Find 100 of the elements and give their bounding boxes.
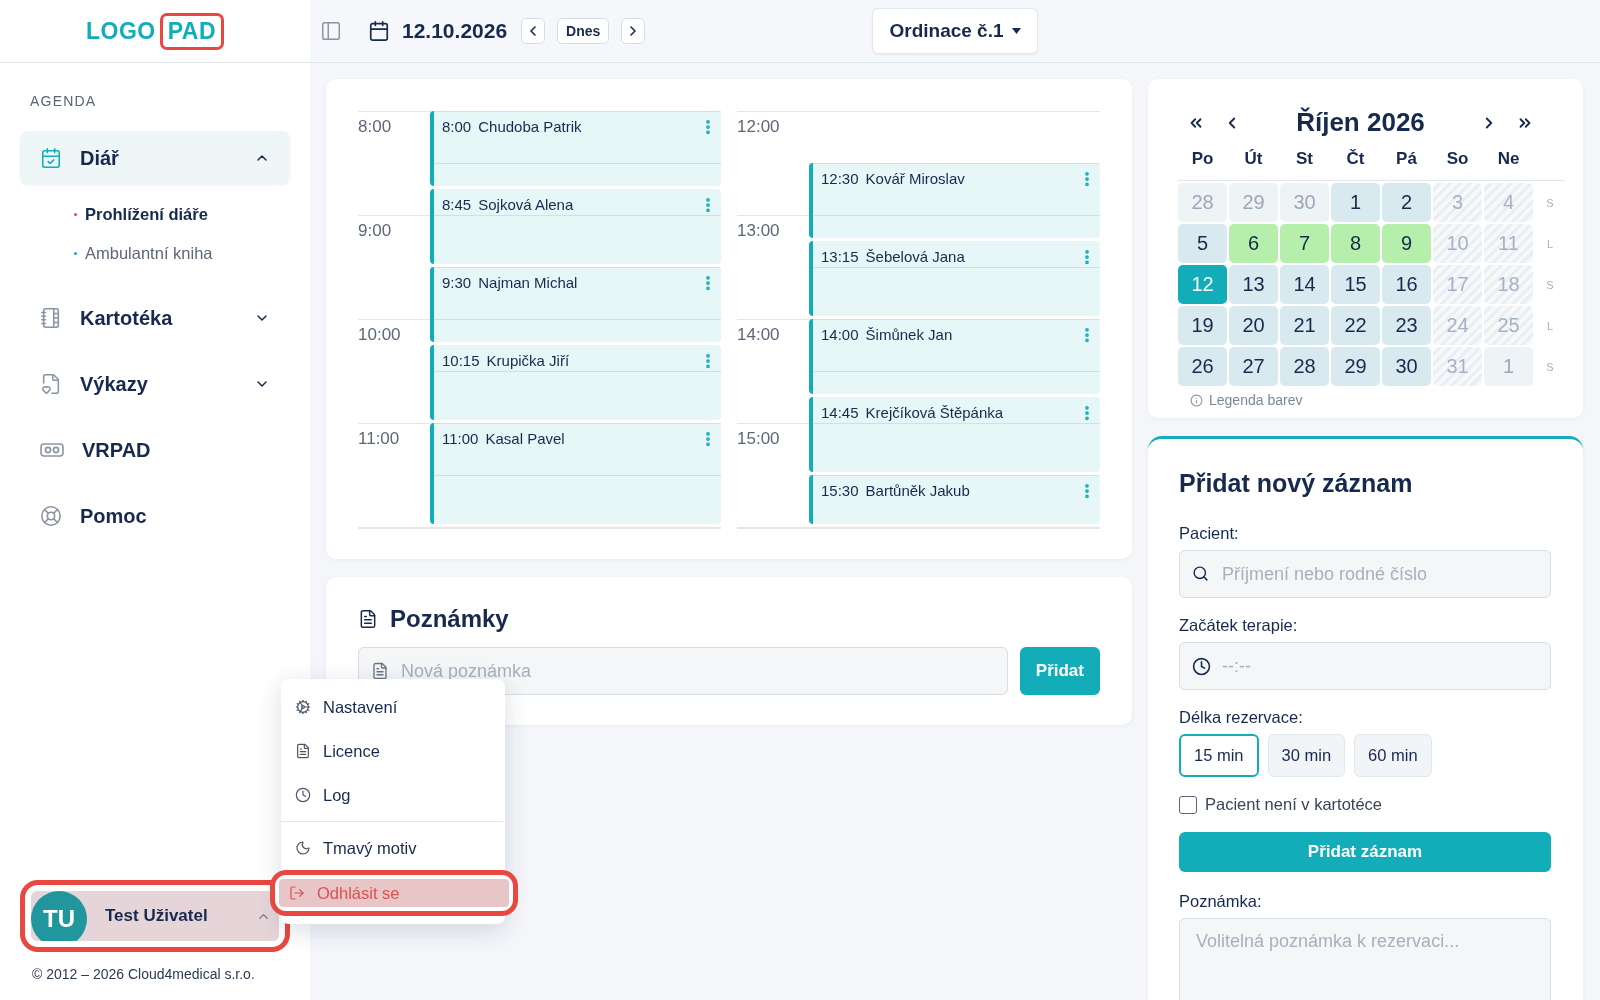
calendar-day[interactable]: 7: [1280, 224, 1329, 263]
week-parity: S: [1545, 196, 1555, 209]
duration-option[interactable]: 30 min: [1267, 734, 1346, 777]
appointment[interactable]: 12:30 Kovář Miroslav: [809, 163, 1100, 238]
appointment[interactable]: 9:30 Najman Michal: [430, 267, 721, 342]
patient-name: Najman Michal: [478, 274, 579, 291]
appointment-time: 10:15: [442, 352, 480, 369]
appointment[interactable]: 13:15 Šebelová Jana: [809, 241, 1100, 316]
nav-item[interactable]: Výkazy: [20, 357, 290, 411]
weekday-label: Pá: [1395, 148, 1418, 170]
appointment[interactable]: 15:30 Bartůněk Jakub: [809, 475, 1100, 524]
duration-option[interactable]: 60 min: [1354, 734, 1432, 777]
menu-item[interactable]: Tmavý motiv: [281, 826, 505, 870]
calendar-day[interactable]: 5: [1178, 224, 1227, 263]
calendar-day[interactable]: 14: [1280, 265, 1329, 304]
location-dropdown[interactable]: Ordinace č.1: [872, 8, 1038, 54]
section-title: AGENDA: [29, 93, 97, 109]
notes-title: Poznámky: [390, 605, 509, 633]
appointment-time: 8:00: [442, 118, 472, 135]
nav-subitem[interactable]: Prohlížení diáře: [20, 195, 290, 234]
patient-name: Šebelová Jana: [865, 248, 966, 265]
copyright: © 2012 – 2026 Cloud4medical s.r.o.: [31, 966, 256, 982]
field-label: Pacient:: [1179, 524, 1240, 543]
appointment-time: 9:30: [442, 274, 472, 291]
calendar-day[interactable]: 9: [1382, 224, 1431, 263]
logo-badge: PAD: [159, 12, 225, 50]
month-title: Říjen 2026: [1295, 107, 1426, 138]
note-input[interactable]: Nová poznámka: [358, 647, 1008, 695]
nav-item[interactable]: Diář: [20, 131, 290, 185]
calendar-day[interactable]: 21: [1280, 306, 1329, 345]
week-parity: S: [1545, 278, 1555, 291]
menu-item[interactable]: Log: [281, 773, 505, 817]
appointment-time: 14:45: [821, 404, 859, 421]
hour-label: 13:00: [737, 221, 780, 240]
appointment[interactable]: 10:15 Krupička Jiří: [430, 345, 721, 420]
calendar-day[interactable]: 20: [1229, 306, 1278, 345]
time-field[interactable]: --:--: [1179, 642, 1551, 690]
today-button[interactable]: Dnes: [557, 18, 610, 44]
appointment-time: 11:00: [442, 430, 479, 447]
nav-item[interactable]: Pomoc: [20, 489, 290, 543]
user-button[interactable]: TU Test Uživatel: [31, 891, 279, 941]
calendar-day[interactable]: 16: [1382, 265, 1431, 304]
patient-name: Šimůnek Jan: [865, 326, 954, 343]
calendar-day[interactable]: 27: [1229, 347, 1278, 386]
calendar-day[interactable]: 15: [1331, 265, 1380, 304]
weekday-label: So: [1445, 148, 1470, 170]
nav-subitem[interactable]: Ambulantní kniha: [20, 234, 290, 273]
patient-name: Krupička Jiří: [486, 352, 571, 369]
patient-name: Kasal Pavel: [485, 430, 566, 447]
calendar-day[interactable]: 1: [1331, 183, 1380, 222]
appointment[interactable]: 8:45 Sojková Alena: [430, 189, 721, 264]
hour-label: 8:00: [358, 117, 392, 136]
week-parity: S: [1545, 360, 1555, 373]
appointment[interactable]: 14:45 Krejčíková Štěpánka: [809, 397, 1100, 472]
appointment[interactable]: 14:00 Šimůnek Jan: [809, 319, 1100, 394]
calendar-day[interactable]: 26: [1178, 347, 1227, 386]
checkbox-label: Pacient není v kartotéce: [1205, 795, 1383, 814]
legend-link[interactable]: Legenda barev: [1209, 392, 1303, 408]
calendar-day[interactable]: 30: [1382, 347, 1431, 386]
appointment[interactable]: 8:00 Chudoba Patrik: [430, 111, 721, 186]
note-textarea[interactable]: Volitelná poznámka k rezervaci...: [1179, 918, 1551, 1000]
patient-name: Sojková Alena: [478, 196, 575, 213]
calendar-day[interactable]: 8: [1331, 224, 1380, 263]
week-parity: L: [1545, 237, 1555, 250]
appointment-time: 8:45: [442, 196, 472, 213]
calendar-day[interactable]: 2: [1382, 183, 1431, 222]
menu-item[interactable]: Licence: [281, 729, 505, 773]
duration-option[interactable]: 15 min: [1179, 734, 1259, 777]
calendar-day[interactable]: 6: [1229, 224, 1278, 263]
patient-name: Bartůněk Jakub: [865, 482, 971, 499]
hour-label: 14:00: [737, 325, 780, 344]
calendar-day[interactable]: 29: [1331, 347, 1380, 386]
appointment-time: 12:30: [821, 170, 859, 187]
week-parity: L: [1545, 319, 1555, 332]
nav-item[interactable]: VRPAD: [20, 423, 290, 477]
hour-label: 15:00: [737, 429, 780, 448]
hour-label: 10:00: [358, 325, 401, 344]
calendar-day[interactable]: 19: [1178, 306, 1227, 345]
user-avatar: TU: [31, 891, 87, 941]
hour-label: 11:00: [358, 429, 400, 448]
logo-text: LOGO: [85, 17, 156, 45]
calendar-day[interactable]: 23: [1382, 306, 1431, 345]
patient-search-field[interactable]: Příjmení nebo rodné číslo: [1179, 550, 1551, 598]
appointment-time: 13:15: [821, 248, 859, 265]
calendar-day[interactable]: 22: [1331, 306, 1380, 345]
weekday-label: St: [1295, 148, 1314, 170]
field-label: Začátek terapie:: [1179, 616, 1299, 635]
appointment-time: 15:30: [821, 482, 859, 499]
patient-name: Chudoba Patrik: [478, 118, 583, 135]
field-label: Poznámka:: [1179, 892, 1263, 911]
patient-name: Krejčíková Štěpánka: [865, 404, 1005, 421]
form-title: Přidat nový záznam: [1179, 469, 1414, 498]
hour-label: 12:00: [737, 117, 780, 136]
hour-label: 9:00: [358, 221, 392, 240]
calendar-day[interactable]: 28: [1280, 347, 1329, 386]
appointment[interactable]: 11:00 Kasal Pavel: [430, 423, 721, 524]
patient-name: Kovář Miroslav: [865, 170, 966, 187]
nav-item[interactable]: Kartotéka: [20, 291, 290, 345]
current-date: 12.10.2026: [402, 19, 508, 43]
calendar-day[interactable]: 13: [1229, 265, 1278, 304]
